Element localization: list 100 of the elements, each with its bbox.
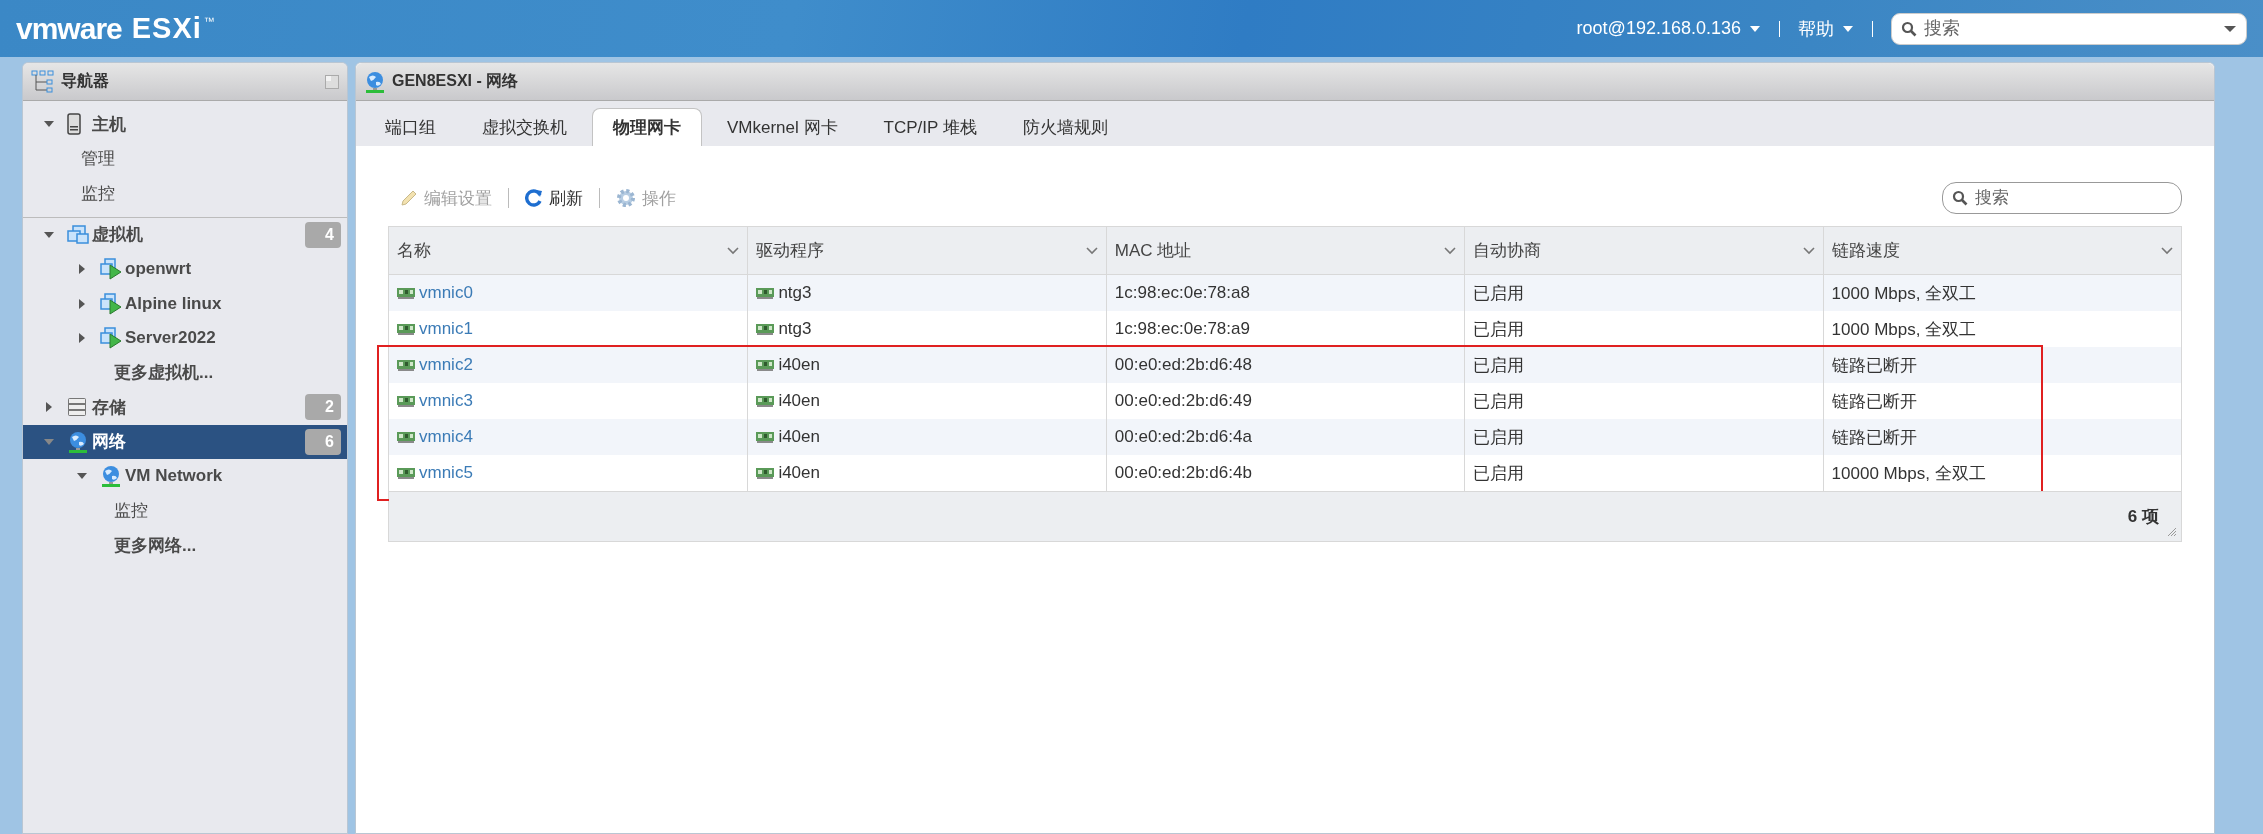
table-cell-text: 已启用 [1473, 354, 1525, 377]
table-cell-text: 1000 Mbps, 全双工 [1831, 318, 1977, 341]
column-header[interactable]: 自动协商 [1464, 227, 1823, 274]
table-cell-text: 链路已断开 [1831, 354, 1917, 377]
virtual-machine-icon [100, 327, 122, 350]
tree-row[interactable]: 监控 [23, 493, 347, 528]
globe-icon [364, 70, 386, 93]
tree-item-label[interactable]: 网络 [92, 430, 126, 454]
chevron-down-icon[interactable] [1085, 246, 1098, 255]
tree-row[interactable]: 更多网络... [23, 528, 347, 563]
tree-row[interactable]: openwrt [23, 252, 347, 287]
column-title: 链路速度 [1831, 240, 1900, 262]
table-cell: 00:e0:ed:2b:d6:4b [1114, 463, 1252, 483]
tree-row[interactable]: 虚拟机 4 [23, 217, 347, 252]
column-title: 名称 [397, 240, 431, 262]
dropdown-arrow-icon[interactable] [2223, 24, 2237, 33]
tree-item-label[interactable]: 监控 [114, 499, 148, 523]
tree-item-label[interactable]: Server2022 [125, 328, 216, 349]
tree-row[interactable]: 主机 [23, 107, 347, 142]
logo-product: ESXi [131, 11, 202, 45]
table-cell: 00:e0:ed:2b:d6:48 [1114, 355, 1252, 375]
table-cell: 1c:98:ec:0e:78:a9 [1114, 319, 1250, 339]
tree-item-label[interactable]: 更多虚拟机... [114, 361, 214, 385]
gear-icon [616, 188, 636, 208]
nic-link[interactable]: vmnic0 [419, 283, 473, 303]
network-card-icon [756, 287, 775, 299]
table-cell: i40en [778, 391, 820, 411]
network-card-icon [756, 431, 775, 443]
table-cell-text: 已启用 [1473, 282, 1525, 305]
chevron-down-icon[interactable] [727, 246, 740, 255]
tree-item-label[interactable]: VM Network [125, 466, 223, 487]
tab[interactable]: 防火墙规则 [1001, 108, 1129, 146]
tab[interactable]: 虚拟交换机 [461, 108, 588, 146]
refresh-icon [525, 189, 543, 207]
tree-row[interactable]: 监控 [23, 176, 347, 211]
globe-icon [100, 465, 122, 488]
column-header[interactable]: 链路速度 [1822, 227, 2181, 274]
tree-row[interactable]: Alpine linux [23, 286, 347, 321]
user-menu[interactable]: root@192.168.0.136 [1576, 18, 1761, 39]
tree-item-label[interactable]: 虚拟机 [92, 223, 143, 247]
column-title: 自动协商 [1473, 240, 1542, 262]
table-row[interactable]: vmnic4 i40en 00:e0:ed:2b:d6:4a 已启用 链路已断开 [389, 419, 2181, 455]
nic-link[interactable]: vmnic4 [419, 427, 473, 447]
tree-item-label[interactable]: openwrt [125, 259, 192, 280]
tree-row[interactable]: 管理 [23, 141, 347, 176]
resize-grip-icon[interactable] [2167, 527, 2177, 537]
help-menu[interactable]: 帮助 [1798, 16, 1854, 41]
tab[interactable]: 端口组 [364, 108, 457, 146]
tab[interactable]: VMkernel 网卡 [706, 108, 859, 146]
pencil-icon [400, 189, 418, 207]
table-cell: ntg3 [778, 319, 812, 339]
tree-row[interactable]: Server2022 [23, 321, 347, 356]
column-title: 驱动程序 [756, 240, 825, 262]
caret-down-icon [1842, 24, 1854, 33]
globe-icon [67, 430, 89, 453]
tree-item-label[interactable]: 管理 [81, 147, 115, 171]
tree-item-label[interactable]: 监控 [81, 181, 115, 205]
tab[interactable]: TCP/IP 堆栈 [862, 108, 998, 146]
toolbar-button[interactable]: 刷新 [519, 186, 589, 210]
count-badge: 2 [305, 394, 341, 421]
tree-item-label[interactable]: 更多网络... [114, 533, 197, 557]
table-cell: i40en [778, 355, 820, 375]
column-header[interactable]: 驱动程序 [747, 227, 1106, 274]
nic-link[interactable]: vmnic5 [419, 463, 473, 483]
table-cell: i40en [778, 427, 820, 447]
count-badge: 4 [305, 221, 341, 248]
chevron-down-icon[interactable] [1444, 246, 1457, 255]
tree-row[interactable]: 网络 6 [23, 424, 347, 459]
tab[interactable]: 物理网卡 [592, 108, 702, 146]
tree-item-label[interactable]: Alpine linux [125, 293, 222, 314]
nic-link[interactable]: vmnic1 [419, 319, 473, 339]
database-icon [67, 397, 87, 418]
virtual-machines-icon [67, 224, 89, 245]
network-card-icon [397, 431, 415, 443]
tree-row[interactable]: 存储 2 [23, 390, 347, 425]
table-cell-text: 已启用 [1473, 462, 1525, 485]
chevron-down-icon[interactable] [2161, 246, 2173, 255]
nic-link[interactable]: vmnic2 [419, 355, 473, 375]
tree-row[interactable]: 更多虚拟机... [23, 355, 347, 390]
search-field[interactable]: 搜索 [1891, 12, 2247, 45]
table-row[interactable]: vmnic2 i40en 00:e0:ed:2b:d6:48 已启用 链路已断开 [389, 347, 2181, 383]
nic-link[interactable]: vmnic3 [419, 391, 473, 411]
column-header[interactable]: 名称 [389, 227, 748, 274]
logo-brand: vmware [16, 11, 122, 46]
tree-item-label[interactable]: 主机 [92, 112, 126, 136]
table-cell-text: 10000 Mbps, 全双工 [1831, 462, 1986, 485]
table-cell-text: 已启用 [1473, 426, 1525, 449]
network-card-icon [397, 467, 415, 479]
chevron-down-icon[interactable] [1802, 246, 1815, 255]
tree-row[interactable]: VM Network [23, 459, 347, 494]
panel-title: GEN8ESXI - 网络 [392, 71, 519, 91]
table-cell-text: 已启用 [1473, 390, 1525, 413]
search-field[interactable]: 搜索 [1942, 182, 2182, 214]
table-cell: ntg3 [778, 283, 812, 303]
virtual-machine-icon [100, 292, 122, 315]
column-header[interactable]: MAC 地址 [1105, 227, 1465, 274]
tree-item-label[interactable]: 存储 [92, 395, 126, 419]
network-card-icon [756, 467, 775, 479]
table-row[interactable]: vmnic0 ntg3 1c:98:ec:0e:78:a8 已启用 1000 Mbps, 全双工 [389, 275, 2181, 311]
table-cell: 00:e0:ed:2b:d6:4a [1114, 427, 1252, 447]
